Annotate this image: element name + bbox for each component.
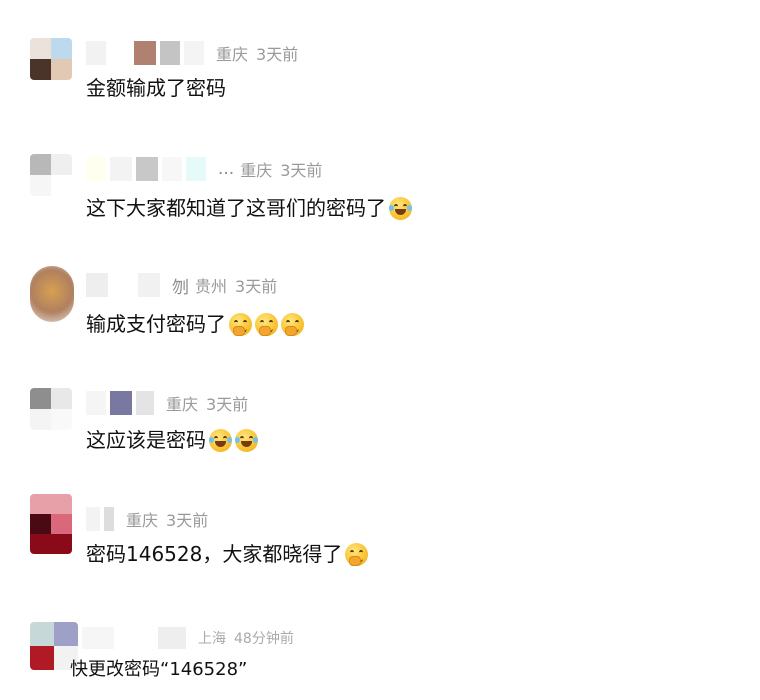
comment-location: 重庆 <box>240 161 273 180</box>
comment-text-content: 这应该是密码 <box>86 428 206 452</box>
comment-location: 重庆 <box>216 45 249 64</box>
comment-time: 3天前 <box>280 161 323 180</box>
username-blurred[interactable] <box>86 388 158 418</box>
username-blurred[interactable] <box>86 38 208 68</box>
comment-text: 密码146528，大家都晓得了 <box>86 540 369 568</box>
avatar[interactable] <box>30 154 72 196</box>
comment-time: 3天前 <box>235 277 278 296</box>
thinking-emoji <box>255 312 278 336</box>
comment-text-content: 密码146528，大家都晓得了 <box>86 542 343 566</box>
username-blurred[interactable] <box>86 270 164 300</box>
comment-location: 重庆 <box>166 395 199 414</box>
comment-time: 3天前 <box>256 45 299 64</box>
tears-of-joy-emoji <box>389 196 412 220</box>
comment-text: 快更改密码“146528” <box>70 656 247 684</box>
avatar[interactable] <box>30 494 72 554</box>
username-blurred[interactable] <box>82 626 190 650</box>
comment-time: 48分钟前 <box>234 631 294 647</box>
comment-text-content: 快更改密码“146528” <box>70 659 248 680</box>
comment-text: 这下大家都知道了这哥们的密码了 <box>86 194 412 222</box>
username-blurred[interactable] <box>86 154 210 184</box>
thinking-emoji <box>281 312 304 336</box>
thinking-emoji <box>229 312 252 336</box>
avatar[interactable] <box>30 388 72 430</box>
comment-location: 重庆 <box>126 511 159 530</box>
comment-text: 这应该是密码 <box>86 426 258 454</box>
username-tail: 刎 <box>172 277 189 298</box>
comment-time: 3天前 <box>206 395 249 414</box>
comment-text-content: 这下大家都知道了这哥们的密码了 <box>86 196 386 220</box>
comment-text: 金额输成了密码 <box>86 74 226 102</box>
comment-location: 上海 <box>198 631 226 647</box>
comment-text: 输成支付密码了 <box>86 310 304 338</box>
username-blurred[interactable] <box>86 504 118 534</box>
tears-of-joy-emoji <box>235 428 258 452</box>
thinking-emoji <box>345 542 369 566</box>
avatar[interactable] <box>30 38 72 80</box>
comment-text-content: 金额输成了密码 <box>86 76 226 100</box>
comment-time: 3天前 <box>166 511 209 530</box>
avatar[interactable] <box>30 266 74 322</box>
comment-location: 贵州 <box>195 277 228 296</box>
username-tail: ... <box>218 159 235 179</box>
tears-of-joy-emoji <box>209 428 232 452</box>
comment-text-content: 输成支付密码了 <box>86 312 226 336</box>
